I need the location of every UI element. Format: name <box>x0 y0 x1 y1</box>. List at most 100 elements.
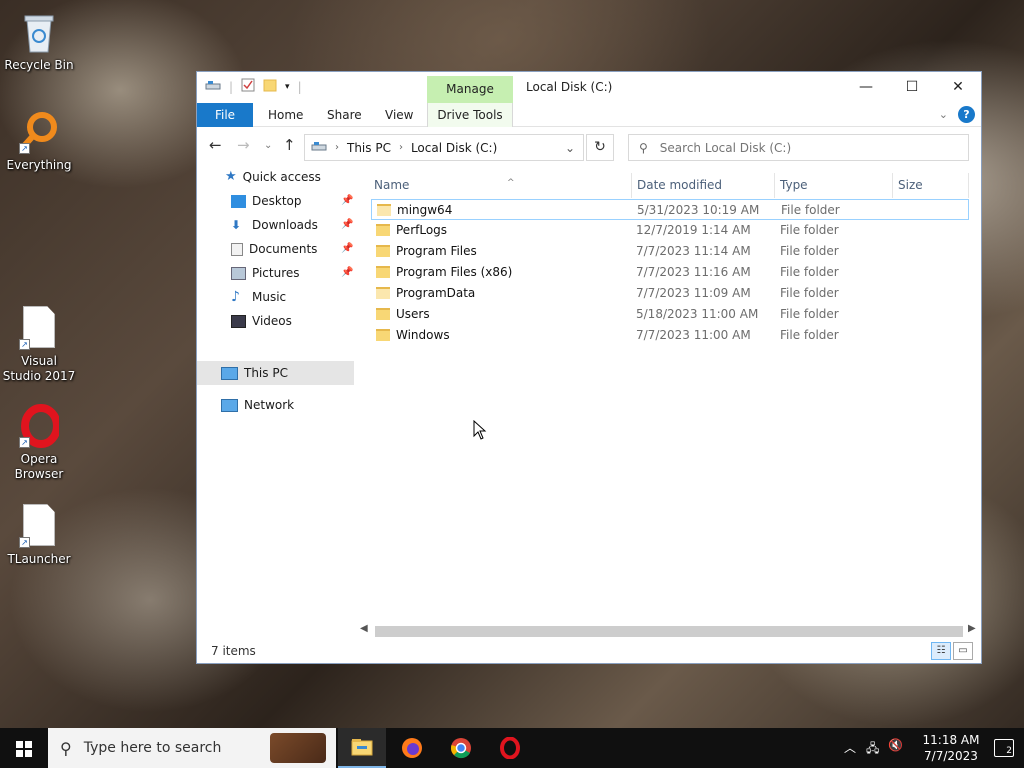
start-button[interactable] <box>0 728 48 768</box>
tab-view[interactable]: View <box>385 103 413 127</box>
file-name: ProgramData <box>396 286 476 300</box>
chrome-icon <box>451 738 471 759</box>
desktop-icon-recycle-bin[interactable]: Recycle Bin <box>1 10 77 73</box>
close-button[interactable]: ✕ <box>935 72 981 102</box>
show-hidden-icons-chevron-icon[interactable]: ︿ <box>844 739 856 756</box>
this-pc-small-icon <box>311 140 327 155</box>
taskbar-search-box[interactable]: ⚲ Type here to search <box>48 728 336 768</box>
maximize-button[interactable]: ☐ <box>889 72 935 102</box>
file-date: 7/7/2023 11:00 AM <box>636 328 751 342</box>
refresh-button[interactable]: ↻ <box>586 134 614 161</box>
folder-icon <box>377 204 391 216</box>
file-rows: mingw64 5/31/2023 10:19 AM File folder P… <box>357 165 983 637</box>
nav-this-pc[interactable]: This PC <box>221 361 288 385</box>
file-row[interactable]: mingw64 5/31/2023 10:19 AM File folder <box>371 199 969 220</box>
file-type: File folder <box>780 307 839 321</box>
nav-item-music[interactable]: ♪ Music <box>231 285 286 309</box>
nav-item-videos[interactable]: Videos <box>231 309 292 333</box>
context-tab-manage[interactable]: Manage <box>427 76 513 103</box>
taskbar-file-explorer[interactable] <box>338 728 386 768</box>
search-box[interactable]: ⚲ <box>628 134 969 161</box>
file-row[interactable]: ProgramData 7/7/2023 11:09 AM File folde… <box>371 283 969 304</box>
tab-share[interactable]: Share <box>327 103 362 127</box>
nav-item-downloads[interactable]: ⬇ Downloads 📌 <box>231 213 353 237</box>
pictures-icon <box>231 266 246 280</box>
taskbar: ⚲ Type here to search ︿ 🖧 🔇 11:18 AM 7/7… <box>0 728 1024 768</box>
taskbar-chrome[interactable] <box>437 728 485 768</box>
shortcut-arrow-icon: ↗ <box>19 537 30 548</box>
nav-network[interactable]: Network <box>221 393 294 417</box>
file-type: File folder <box>780 286 839 300</box>
customize-toolbar-icon[interactable]: ▾ <box>285 82 290 92</box>
desktop-icon-everything[interactable]: ↗ Everything <box>1 110 77 173</box>
horizontal-scrollbar[interactable]: ◀ ▶ <box>357 623 983 638</box>
nav-item-label: Quick access <box>242 170 321 184</box>
scroll-right-icon[interactable]: ▶ <box>968 623 976 634</box>
shortcut-arrow-icon: ↗ <box>19 339 30 350</box>
nav-item-documents[interactable]: Documents 📌 <box>231 237 353 261</box>
tab-home[interactable]: Home <box>268 103 303 127</box>
star-icon: ★ <box>225 169 237 184</box>
breadcrumb-separator-icon: › <box>335 142 339 153</box>
firefox-icon <box>402 738 422 758</box>
tab-drive-tools[interactable]: Drive Tools <box>427 103 513 127</box>
minimize-button[interactable]: — <box>843 72 889 102</box>
desktop-icon-label: Opera Browser <box>14 452 64 481</box>
recent-locations-chevron-icon[interactable]: ⌄ <box>264 140 272 151</box>
file-name: mingw64 <box>397 203 453 217</box>
file-row[interactable]: PerfLogs 12/7/2019 1:14 AM File folder <box>371 220 969 241</box>
file-row[interactable]: Users 5/18/2023 11:00 AM File folder <box>371 304 969 325</box>
tab-file[interactable]: File <box>197 103 253 127</box>
address-bar[interactable]: › This PC › Local Disk (C:) ⌄ <box>304 134 584 161</box>
file-date: 7/7/2023 11:09 AM <box>636 286 751 300</box>
drive-icon[interactable] <box>205 79 221 94</box>
details-view-icon[interactable]: ☷ <box>931 642 951 660</box>
notification-center-icon[interactable]: 2 <box>994 739 1014 757</box>
volume-muted-icon[interactable]: 🔇 <box>888 738 903 752</box>
window-title: Local Disk (C:) <box>526 80 613 94</box>
pin-icon[interactable]: 📌 <box>341 237 353 261</box>
file-type: File folder <box>780 328 839 342</box>
folder-icon <box>376 266 390 278</box>
pin-icon[interactable]: 📌 <box>341 213 353 237</box>
system-clock[interactable]: 11:18 AM 7/7/2023 <box>918 732 984 764</box>
network-tray-icon[interactable]: 🖧 <box>866 739 879 760</box>
new-folder-icon[interactable] <box>263 78 277 95</box>
opera-icon: ↗ <box>19 404 61 448</box>
file-name: PerfLogs <box>396 223 448 237</box>
nav-item-label: Music <box>252 290 287 304</box>
taskbar-opera[interactable] <box>486 728 534 768</box>
desktop-icon-tlauncher[interactable]: ↗ TLauncher <box>1 504 77 567</box>
nav-item-label: Downloads <box>252 218 318 232</box>
search-icon: ⚲ <box>60 738 72 758</box>
address-dropdown-icon[interactable]: ⌄ <box>565 141 575 155</box>
search-input[interactable] <box>659 140 940 155</box>
desktop-icon-opera[interactable]: ↗ Opera Browser <box>1 404 77 482</box>
file-row[interactable]: Windows 7/7/2023 11:00 AM File folder <box>371 325 969 346</box>
expand-ribbon-icon[interactable]: ⌄ <box>939 108 948 121</box>
desktop-icon-label: Recycle Bin <box>4 58 74 72</box>
pin-icon[interactable]: 📌 <box>341 189 353 213</box>
pin-icon[interactable]: 📌 <box>341 261 353 285</box>
nav-item-pictures[interactable]: Pictures 📌 <box>231 261 353 285</box>
taskbar-search-placeholder: Type here to search <box>83 740 222 756</box>
breadcrumb-local-disk[interactable]: Local Disk (C:) <box>411 141 497 155</box>
scroll-left-icon[interactable]: ◀ <box>360 623 368 634</box>
large-icons-view-icon[interactable]: ▭ <box>953 642 973 660</box>
nav-item-desktop[interactable]: Desktop 📌 <box>231 189 353 213</box>
breadcrumb-this-pc[interactable]: This PC <box>347 141 391 155</box>
everything-search-icon: ↗ <box>19 110 59 154</box>
scrollbar-thumb[interactable] <box>375 626 963 637</box>
file-date: 5/18/2023 11:00 AM <box>636 307 759 321</box>
nav-quick-access[interactable]: ★ Quick access <box>225 165 321 189</box>
back-arrow-icon[interactable]: ← <box>209 136 222 154</box>
file-row[interactable]: Program Files (x86) 7/7/2023 11:16 AM Fi… <box>371 262 969 283</box>
desktop-icon-visual-studio[interactable]: ↗ Visual Studio 2017 <box>1 306 77 384</box>
help-icon[interactable]: ? <box>958 106 975 123</box>
properties-icon[interactable] <box>241 78 255 95</box>
file-row[interactable]: Program Files 7/7/2023 11:14 AM File fol… <box>371 241 969 262</box>
taskbar-firefox[interactable] <box>388 728 436 768</box>
forward-arrow-icon[interactable]: → <box>237 136 250 154</box>
up-arrow-icon[interactable]: ↑ <box>283 136 296 154</box>
shortcut-arrow-icon: ↗ <box>19 437 30 448</box>
